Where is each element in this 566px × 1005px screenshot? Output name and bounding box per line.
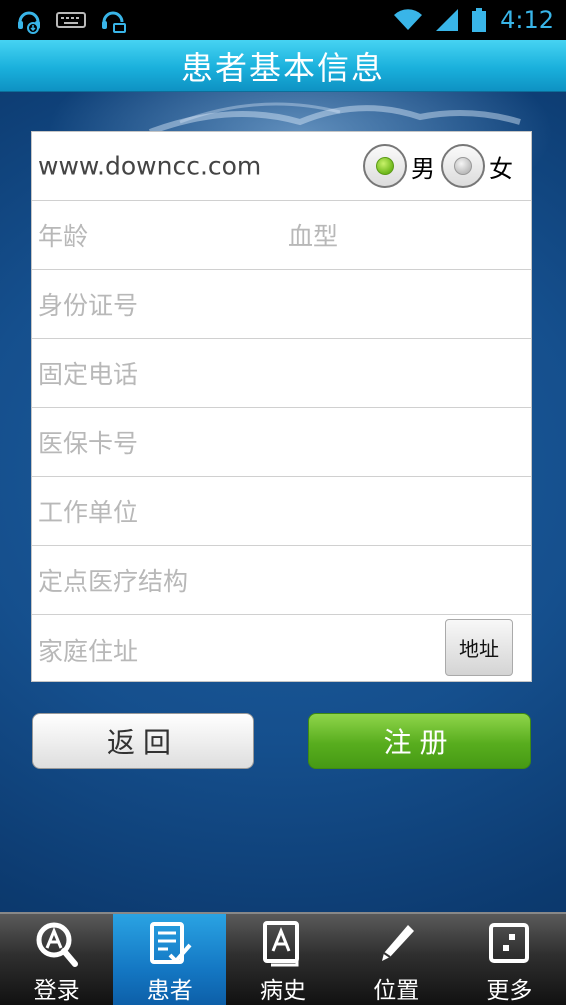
- male-label: 男: [411, 154, 435, 183]
- gender-selector: 男 女: [363, 144, 519, 188]
- tab-location-label: 位置: [373, 978, 420, 1004]
- address-row: 家庭住址 地址: [32, 615, 531, 684]
- tab-more-label: 更多: [486, 978, 533, 1004]
- name-field[interactable]: www.downcc.com: [38, 152, 261, 181]
- tab-patient-label: 患者: [146, 978, 193, 1004]
- wifi-icon: [394, 9, 423, 31]
- address-button[interactable]: 地址: [445, 619, 513, 676]
- keyboard-icon: [56, 12, 86, 28]
- tab-more[interactable]: 更多: [453, 914, 566, 1005]
- patient-icon: [146, 920, 194, 967]
- age-blood-row: 年龄 血型: [32, 201, 531, 270]
- home-address-field[interactable]: 家庭住址: [38, 632, 138, 668]
- more-icon: [485, 920, 533, 967]
- tab-login-label: 登录: [33, 978, 80, 1004]
- tab-history-label: 病史: [260, 978, 306, 1004]
- signal-icon: [436, 9, 459, 31]
- id-number-row[interactable]: 身份证号: [32, 270, 531, 339]
- workplace-row[interactable]: 工作单位: [32, 477, 531, 546]
- system-indicators: 4:12: [394, 6, 554, 34]
- login-icon: [33, 920, 81, 967]
- blood-type-field[interactable]: 血型: [288, 217, 338, 253]
- tab-patient[interactable]: 患者: [113, 914, 227, 1005]
- bottom-tab-bar: 登录 患者 病史 位置 更多: [0, 912, 566, 1005]
- clock: 4:12: [500, 6, 554, 34]
- back-button[interactable]: 返回: [32, 713, 254, 769]
- page-title: 患者基本信息: [0, 40, 566, 92]
- age-field[interactable]: 年龄: [38, 217, 88, 253]
- id-number-field[interactable]: 身份证号: [38, 286, 138, 322]
- register-button[interactable]: 注册: [308, 713, 531, 769]
- location-icon: [372, 920, 420, 967]
- male-radio[interactable]: [363, 144, 407, 188]
- female-radio[interactable]: [441, 144, 485, 188]
- status-bar: 4:12: [0, 0, 566, 40]
- landline-row[interactable]: 固定电话: [32, 339, 531, 408]
- battery-icon: [472, 8, 487, 32]
- designated-hospital-field[interactable]: 定点医疗结构: [38, 562, 188, 598]
- tab-login[interactable]: 登录: [0, 914, 113, 1005]
- name-row[interactable]: www.downcc.com 男 女: [32, 132, 531, 201]
- history-icon: [259, 920, 307, 967]
- landline-field[interactable]: 固定电话: [38, 355, 138, 391]
- patient-info-form: www.downcc.com 男 女 年龄 血型 身份证号 固定电话 医保卡号 …: [31, 131, 532, 682]
- tab-history[interactable]: 病史: [226, 914, 339, 1005]
- workplace-field[interactable]: 工作单位: [38, 493, 138, 529]
- tab-location[interactable]: 位置: [340, 914, 453, 1005]
- insurance-card-field[interactable]: 医保卡号: [38, 424, 138, 460]
- notification-icons: [16, 6, 126, 34]
- headset-chat-icon: [102, 11, 126, 33]
- headset-download-icon: [18, 11, 40, 34]
- insurance-row[interactable]: 医保卡号: [32, 408, 531, 477]
- hospital-row[interactable]: 定点医疗结构: [32, 546, 531, 615]
- female-label: 女: [489, 154, 513, 183]
